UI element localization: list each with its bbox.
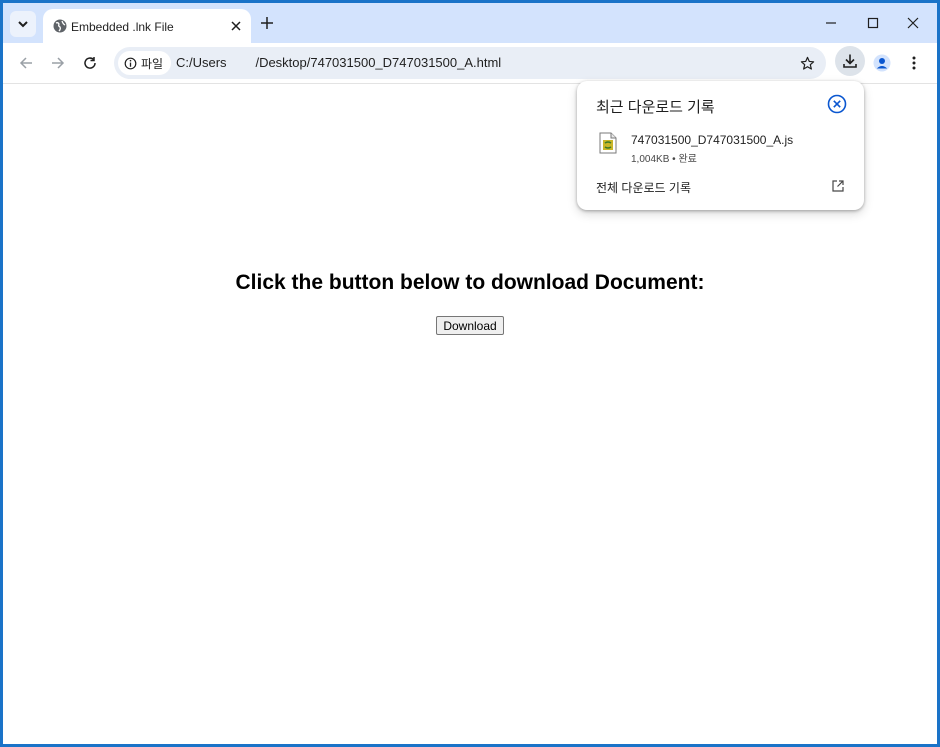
downloads-bubble-title: 최근 다운로드 기록 — [596, 99, 715, 116]
more-vert-icon — [912, 56, 916, 70]
download-file-name[interactable]: 747031500_D747031500_A.js — [631, 133, 793, 147]
meta-separator: • — [672, 154, 676, 165]
back-button[interactable] — [15, 52, 37, 74]
tab-search-button[interactable] — [10, 11, 36, 37]
all-downloads-link[interactable]: 전체 다운로드 기록 — [596, 179, 691, 196]
window-close-button[interactable] — [903, 13, 923, 33]
tab-title: Embedded .lnk File — [71, 20, 174, 34]
toolbar: 파일 C:/Users /Desktop/747031500_D74703150… — [3, 43, 937, 84]
page-heading: Click the button below to download Docum… — [235, 271, 705, 294]
globe-icon — [53, 19, 67, 33]
back-arrow-icon — [19, 57, 32, 69]
profile-button[interactable] — [871, 52, 893, 74]
tab-strip: Embedded .lnk File — [3, 3, 937, 43]
plus-icon — [261, 17, 273, 29]
download-file-size: 1,004KB — [631, 154, 670, 165]
reload-icon — [84, 57, 96, 69]
script-file-icon — [599, 132, 617, 154]
open-external-icon[interactable] — [831, 179, 845, 193]
close-icon — [827, 94, 847, 114]
minimize-icon — [826, 22, 836, 24]
minimize-button[interactable] — [821, 13, 841, 33]
download-button[interactable]: Download — [436, 316, 504, 335]
reload-button[interactable] — [79, 52, 101, 74]
downloads-button[interactable] — [835, 46, 865, 76]
browser-window: Embedded .lnk File 파일 C:/Users /Desktop/… — [3, 3, 937, 744]
maximize-button[interactable] — [863, 13, 883, 33]
url-text[interactable]: C:/Users /Desktop/747031500_D747031500_A… — [176, 55, 501, 70]
download-file-meta: 1,004KB • 완료 — [631, 150, 697, 165]
active-tab[interactable]: Embedded .lnk File — [43, 9, 251, 43]
downloads-bubble-close-button[interactable] — [827, 94, 847, 114]
site-chip-label: 파일 — [141, 56, 164, 71]
forward-button[interactable] — [47, 52, 69, 74]
close-icon — [907, 17, 919, 29]
maximize-icon — [867, 17, 879, 29]
profile-icon — [873, 54, 891, 72]
downloads-bubble: 최근 다운로드 기록 747031500_D747031500_A.js 1,0… — [577, 81, 864, 210]
new-tab-button[interactable] — [257, 13, 277, 33]
bookmark-button[interactable] — [797, 53, 817, 73]
forward-arrow-icon — [52, 57, 65, 69]
tab-search-icon — [18, 21, 28, 28]
download-icon — [843, 54, 857, 68]
more-menu-button[interactable] — [903, 52, 925, 74]
close-icon[interactable] — [229, 19, 243, 33]
address-bar[interactable]: 파일 C:/Users /Desktop/747031500_D74703150… — [114, 47, 826, 79]
site-info-chip[interactable]: 파일 — [118, 51, 172, 75]
download-file-status: 완료 — [678, 154, 697, 165]
info-icon — [124, 57, 137, 69]
star-icon — [800, 56, 814, 70]
